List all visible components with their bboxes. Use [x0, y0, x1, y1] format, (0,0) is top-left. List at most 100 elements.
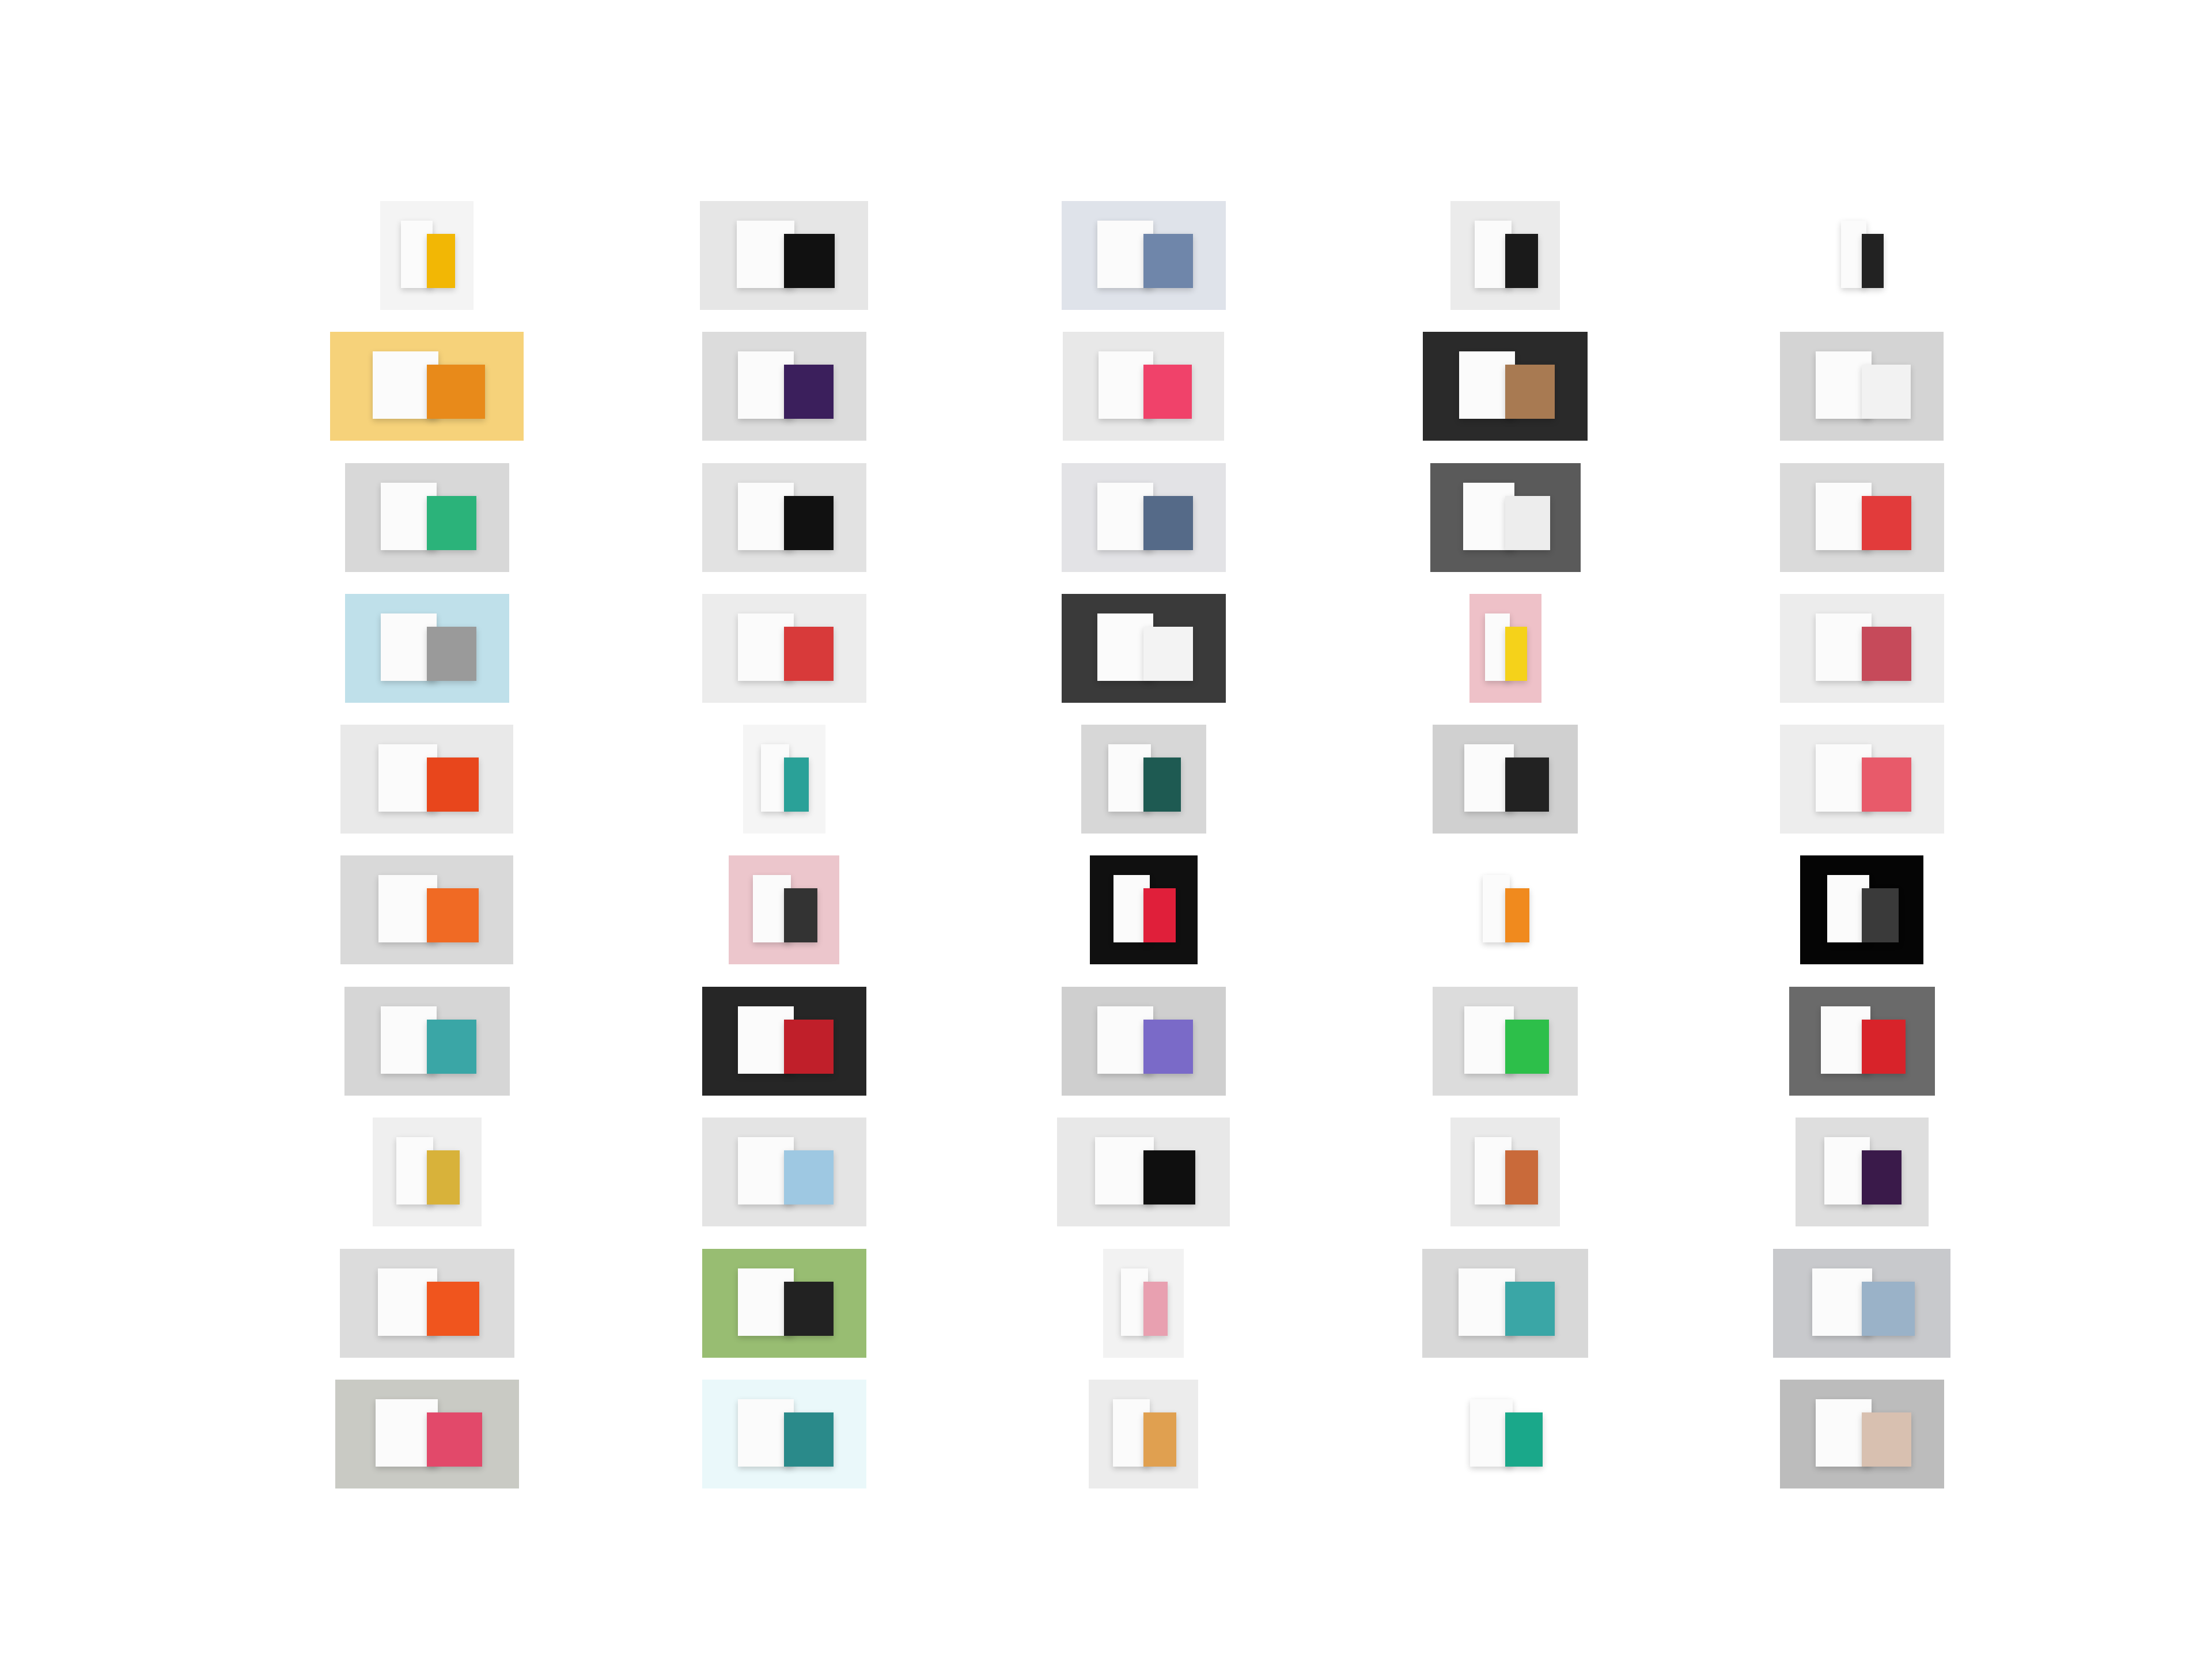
gallery-thumbnail-r6c1[interactable]	[340, 855, 513, 964]
gallery-thumbnail-r5c4[interactable]	[1433, 725, 1578, 834]
accent-shape	[427, 626, 476, 681]
gallery-thumbnail-r10c5[interactable]	[1779, 1380, 1944, 1488]
gallery-thumbnail-r4c3[interactable]	[1061, 594, 1226, 703]
thumbnail-image	[1780, 1380, 1944, 1488]
thumbnail-image	[702, 1118, 866, 1226]
accent-shape	[427, 1281, 479, 1336]
thumbnail-image	[1780, 332, 1944, 441]
accent-shape	[1143, 1150, 1195, 1205]
gallery-thumbnail-r10c4[interactable]	[1442, 1380, 1568, 1488]
accent-shape	[1505, 757, 1549, 812]
gallery-thumbnail-r6c4[interactable]	[1465, 855, 1546, 964]
thumbnail-image	[1433, 725, 1578, 834]
gallery-thumbnail-r2c1[interactable]	[330, 332, 524, 441]
accent-shape	[1143, 757, 1181, 812]
gallery-thumbnail-r7c3[interactable]	[1061, 987, 1226, 1096]
gallery-thumbnail-r8c3[interactable]	[1057, 1118, 1230, 1226]
gallery-thumbnail-r6c2[interactable]	[729, 855, 839, 964]
thumbnail-image	[702, 987, 866, 1096]
gallery-thumbnail-r2c5[interactable]	[1780, 332, 1944, 441]
accent-shape	[1505, 233, 1538, 289]
accent-shape	[1143, 1019, 1193, 1074]
gallery-thumbnail-r9c3[interactable]	[1103, 1249, 1184, 1358]
thumbnail-image	[344, 987, 510, 1096]
thumbnail-image	[340, 725, 513, 834]
accent-shape	[784, 233, 835, 289]
gallery-thumbnail-r8c5[interactable]	[1795, 1118, 1929, 1226]
gallery-thumbnail-r1c5[interactable]	[1825, 201, 1899, 310]
gallery-thumbnail-r3c2[interactable]	[702, 463, 866, 572]
gallery-thumbnail-r10c2[interactable]	[702, 1380, 866, 1488]
accent-shape	[1143, 626, 1193, 681]
gallery-thumbnail-r5c2[interactable]	[743, 725, 825, 834]
thumbnail-image	[1465, 855, 1546, 964]
gallery-thumbnail-r1c2[interactable]	[700, 201, 868, 310]
gallery-thumbnail-r9c5[interactable]	[1773, 1249, 1950, 1358]
accent-shape	[427, 1019, 477, 1074]
gallery-thumbnail-r6c3[interactable]	[1089, 855, 1198, 964]
thumbnail-image	[1789, 987, 1935, 1096]
gallery-thumbnail-r2c4[interactable]	[1423, 332, 1588, 441]
thumbnail-image	[700, 201, 868, 310]
accent-shape	[1505, 1412, 1543, 1467]
gallery-thumbnail-r3c4[interactable]	[1430, 463, 1581, 572]
accent-shape	[1143, 1281, 1168, 1336]
gallery-thumbnail-r10c1[interactable]	[335, 1380, 519, 1488]
gallery-thumbnail-r9c2[interactable]	[702, 1249, 866, 1358]
gallery-thumbnail-r3c5[interactable]	[1779, 463, 1944, 572]
gallery-thumbnail-r5c1[interactable]	[340, 725, 513, 834]
gallery-thumbnail-r7c4[interactable]	[1433, 987, 1578, 1096]
gallery-thumbnail-r7c2[interactable]	[702, 987, 866, 1096]
accent-shape	[1143, 495, 1193, 551]
gallery-thumbnail-r10c3[interactable]	[1089, 1380, 1198, 1488]
thumbnail-image	[1469, 594, 1541, 703]
gallery-thumbnail-r5c5[interactable]	[1779, 725, 1944, 834]
thumbnail-image	[1780, 463, 1944, 572]
gallery-thumbnail-r1c3[interactable]	[1061, 201, 1226, 310]
accent-shape	[784, 888, 817, 943]
gallery-thumbnail-r8c4[interactable]	[1450, 1118, 1560, 1226]
accent-shape	[1505, 888, 1529, 943]
accent-shape	[1862, 364, 1911, 419]
gallery-thumbnail-r6c5[interactable]	[1800, 855, 1923, 964]
thumbnail-grid	[0, 0, 2212, 1659]
accent-shape	[1862, 888, 1899, 943]
gallery-thumbnail-r3c3[interactable]	[1061, 463, 1226, 572]
accent-shape	[1143, 1412, 1176, 1467]
gallery-thumbnail-r4c2[interactable]	[702, 594, 866, 703]
gallery-thumbnail-r9c1[interactable]	[339, 1249, 514, 1358]
gallery-thumbnail-r4c1[interactable]	[344, 594, 509, 703]
gallery-thumbnail-r4c4[interactable]	[1469, 594, 1541, 703]
gallery-thumbnail-r4c5[interactable]	[1779, 594, 1944, 703]
accent-shape	[1862, 1412, 1911, 1467]
accent-shape	[1862, 495, 1911, 551]
gallery-thumbnail-r1c1[interactable]	[380, 201, 474, 310]
gallery-thumbnail-r2c3[interactable]	[1063, 332, 1224, 441]
thumbnail-image	[1062, 201, 1226, 310]
thumbnail-image	[1089, 1380, 1198, 1488]
gallery-thumbnail-r8c2[interactable]	[702, 1118, 866, 1226]
thumbnail-image	[1057, 1118, 1230, 1226]
accent-shape	[427, 1412, 482, 1467]
accent-shape	[427, 495, 476, 551]
thumbnail-image	[1430, 463, 1581, 572]
thumbnail-image	[1796, 1118, 1929, 1226]
gallery-thumbnail-r2c2[interactable]	[702, 332, 866, 441]
thumbnail-image	[335, 1380, 519, 1488]
gallery-thumbnail-r8c1[interactable]	[372, 1118, 482, 1226]
accent-shape	[784, 1412, 834, 1467]
thumbnail-image	[1063, 332, 1224, 441]
accent-shape	[1862, 1019, 1906, 1074]
gallery-thumbnail-r3c1[interactable]	[344, 463, 509, 572]
accent-shape	[1862, 1281, 1915, 1336]
accent-shape	[1862, 233, 1884, 289]
accent-shape	[784, 1281, 834, 1336]
gallery-thumbnail-r7c5[interactable]	[1789, 987, 1935, 1096]
gallery-thumbnail-r7c1[interactable]	[344, 987, 510, 1096]
thumbnail-image	[340, 1249, 514, 1358]
gallery-thumbnail-r5c3[interactable]	[1081, 725, 1206, 834]
thumbnail-image	[1443, 1380, 1568, 1488]
gallery-thumbnail-r1c4[interactable]	[1450, 201, 1560, 310]
thumbnail-image	[1423, 332, 1588, 441]
gallery-thumbnail-r9c4[interactable]	[1422, 1249, 1588, 1358]
